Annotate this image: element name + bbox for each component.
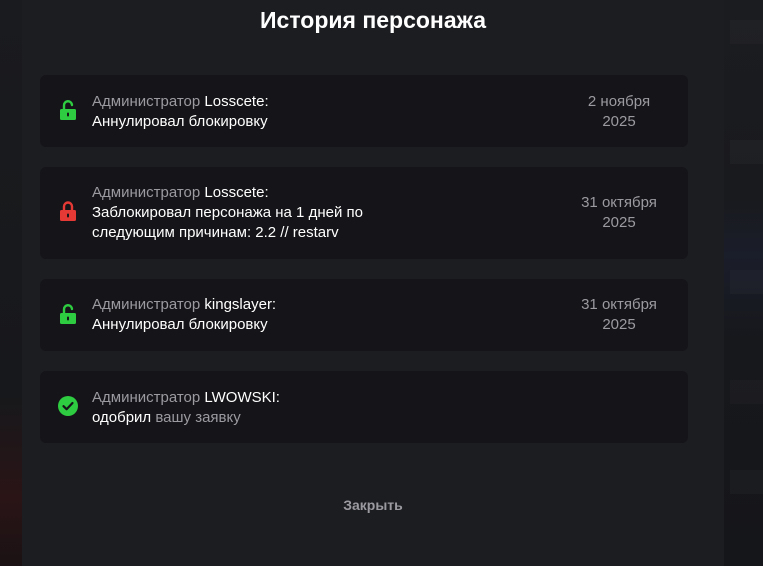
admin-role-label: Администратор <box>92 389 201 406</box>
check-circle-icon <box>58 396 78 416</box>
admin-name: kingslayer: <box>204 296 277 313</box>
lock-icon <box>60 201 76 221</box>
entry-date: 31 октября 2025 <box>581 296 657 333</box>
history-entry: Администратор LWOWSKI: одобрил вашу заяв… <box>40 371 688 443</box>
modal-title: История персонажа <box>260 7 486 33</box>
entry-action-rest: вашу заявку <box>155 409 241 426</box>
admin-role-label: Администратор <box>92 296 201 313</box>
close-button[interactable]: Закрыть <box>22 497 724 513</box>
entry-reason-text: следующим причинам: 2.2 // restarv <box>92 224 339 241</box>
entry-action-text: Аннулировал блокировку <box>92 113 268 130</box>
unlock-icon <box>60 100 76 120</box>
entry-action-text: Заблокировал персонажа на 1 дней по <box>92 204 363 221</box>
entry-action-text: одобрил <box>92 409 152 426</box>
history-entry: Администратор kingslayer: Аннулировал бл… <box>40 279 688 351</box>
history-entry: Администратор Losscete: Заблокировал пер… <box>40 167 688 259</box>
entry-date: 31 октября 2025 <box>581 194 657 231</box>
entry-date: 2 ноября 2025 <box>587 93 651 130</box>
admin-name: Losscete: <box>204 184 269 201</box>
admin-name: Losscete: <box>204 93 269 110</box>
background-right <box>724 0 763 566</box>
admin-role-label: Администратор <box>92 93 201 110</box>
background-left <box>0 0 22 566</box>
unlock-icon <box>60 304 76 324</box>
history-entry: Администратор Losscete: Аннулировал блок… <box>40 75 688 147</box>
admin-name: LWOWSKI: <box>204 389 280 406</box>
admin-role-label: Администратор <box>92 184 201 201</box>
entry-action-text: Аннулировал блокировку <box>92 316 268 333</box>
character-history-modal: История персонажа Администратор Losscete… <box>22 0 724 566</box>
